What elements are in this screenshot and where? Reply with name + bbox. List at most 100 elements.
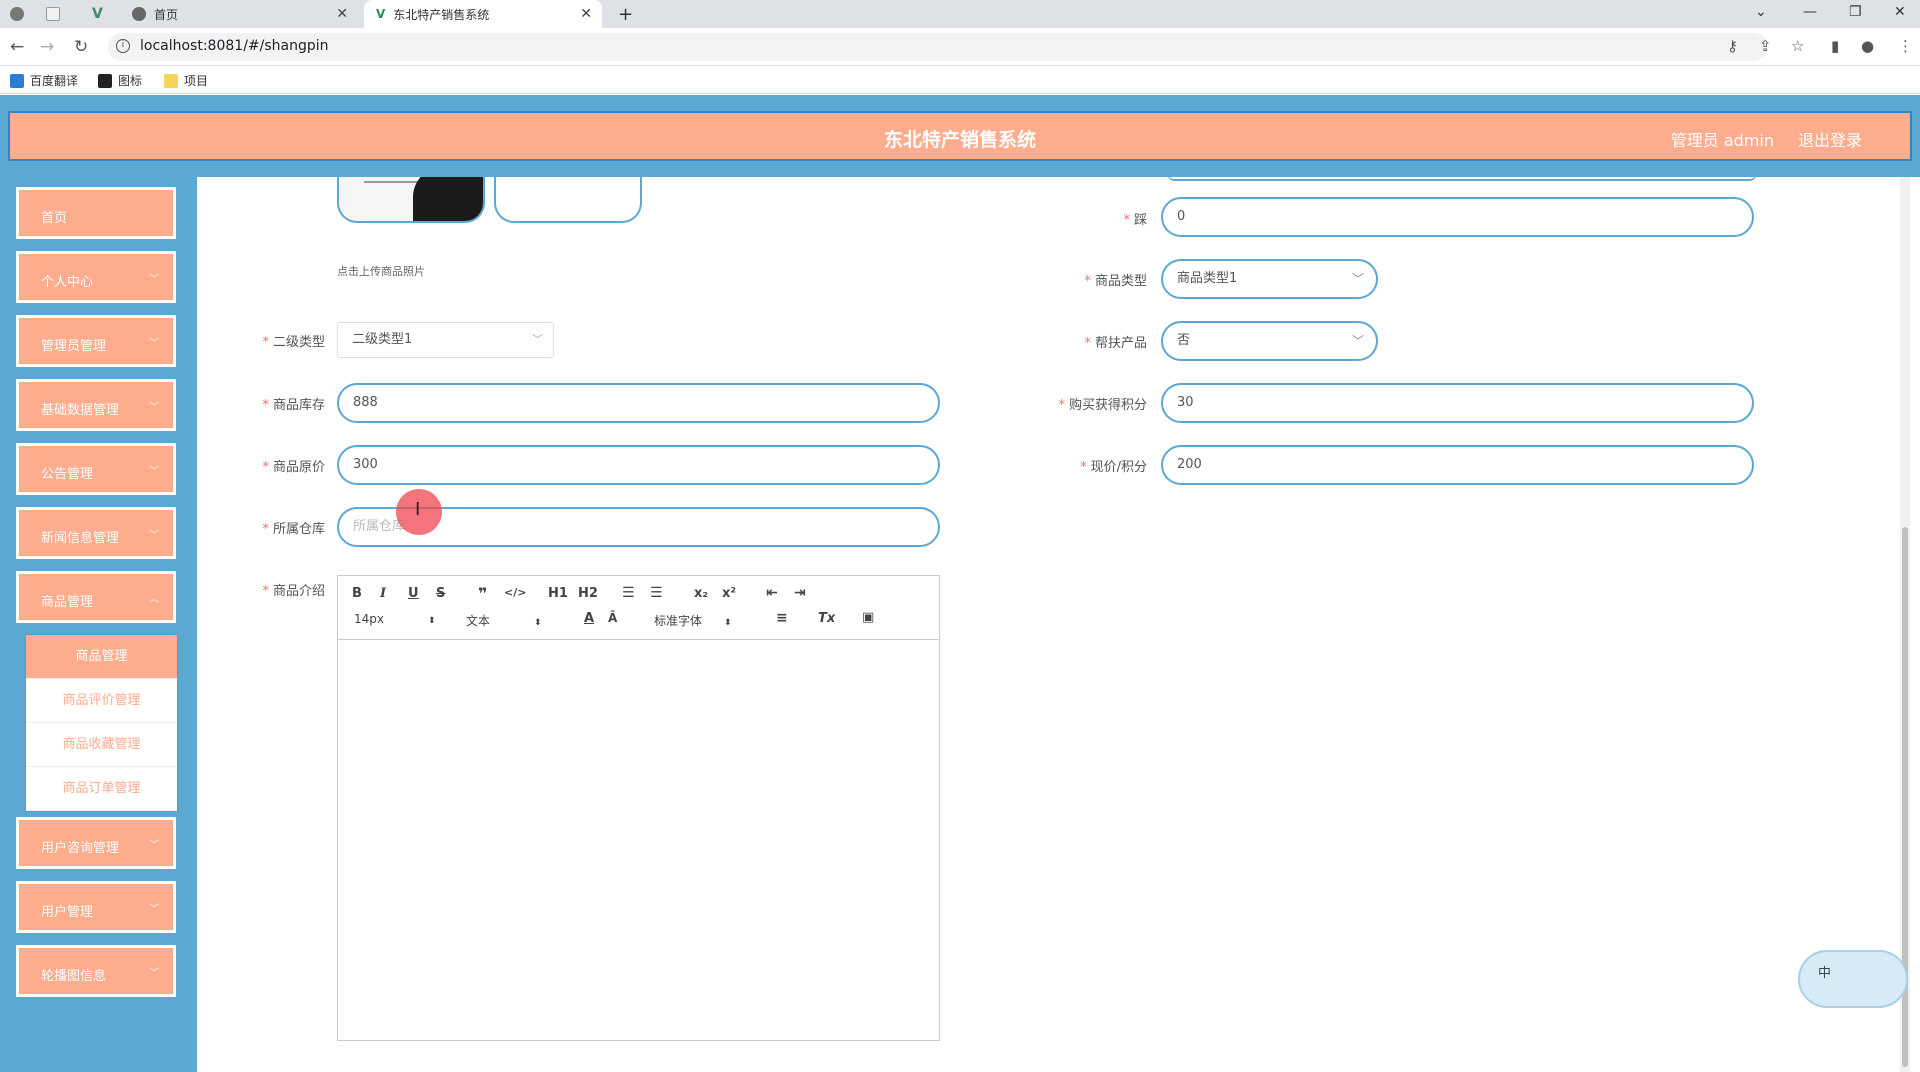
- sidebar-item-label: 管理员管理: [41, 339, 107, 354]
- main-content: 点击上传商品照片 * 踩 0 * 商品类型 商品类型1 ﹀ * 帮扶产品 否 ﹀ * 购买获…: [197, 177, 1910, 1072]
- floating-widget[interactable]: 中: [1798, 950, 1908, 1008]
- indent-icon[interactable]: ⇥: [794, 585, 806, 601]
- sidebar-item-carousel[interactable]: 轮播图信息 ﹀: [16, 945, 176, 997]
- bookmark-label: 项目: [184, 74, 209, 88]
- products-submenu: 商品管理 商品评价管理 商品收藏管理 商品订单管理: [26, 635, 177, 811]
- share-icon[interactable]: ⇪: [1759, 37, 1772, 55]
- secondary-type-select[interactable]: 二级类型1 ﹀: [337, 322, 554, 358]
- system-title: 东北特产销售系统: [883, 129, 1036, 151]
- tab-active[interactable]: V 东北特产销售系统 ✕: [364, 0, 602, 28]
- strikethrough-icon[interactable]: S: [436, 586, 445, 601]
- page-scrollbar[interactable]: [1900, 177, 1910, 1072]
- side-panel-icon[interactable]: ▮: [1831, 37, 1839, 55]
- font-size-select[interactable]: 14px ⬍: [354, 612, 436, 626]
- underline-icon[interactable]: U: [408, 586, 419, 601]
- italic-icon[interactable]: I: [380, 586, 386, 601]
- chevron-down-icon: ﹀: [149, 466, 159, 477]
- restore-icon[interactable]: ❐: [1849, 4, 1862, 20]
- image-icon[interactable]: ▣: [862, 610, 874, 625]
- sidebar-item-profile[interactable]: 个人中心 ﹀: [16, 251, 176, 303]
- blockquote-icon[interactable]: ❞: [478, 584, 487, 603]
- tab-title: 东北特产销售系统: [393, 7, 490, 22]
- info-icon[interactable]: i: [116, 39, 130, 53]
- sidebar-item-products[interactable]: 商品管理 ︿: [16, 571, 176, 623]
- reload-icon[interactable]: ↻: [74, 37, 88, 57]
- close-icon[interactable]: ✕: [336, 6, 348, 22]
- h2-icon[interactable]: H2: [578, 586, 598, 601]
- star-icon[interactable]: ☆: [1791, 37, 1804, 55]
- bangfu-select[interactable]: 否 ﹀: [1161, 321, 1378, 361]
- bookmark-item[interactable]: 项目: [164, 72, 208, 89]
- sidebar-item-admins[interactable]: 管理员管理 ﹀: [16, 315, 176, 367]
- ordered-list-icon[interactable]: ☰: [622, 585, 635, 601]
- tab-title: 首页: [154, 7, 179, 22]
- sidebar-item-home[interactable]: 首页: [16, 187, 176, 239]
- sidebar-item-notices[interactable]: 公告管理 ﹀: [16, 443, 176, 495]
- sidebar-item-label: 用户咨询管理: [41, 841, 120, 856]
- product-photo-thumbnail[interactable]: [337, 177, 485, 223]
- font-family-select[interactable]: 标准字体 ⬍: [654, 612, 732, 629]
- forward-icon[interactable]: →: [40, 37, 54, 57]
- sidebar-item-consult[interactable]: 用户咨询管理 ﹀: [16, 817, 176, 869]
- sidebar-item-users[interactable]: 用户管理 ﹀: [16, 881, 176, 933]
- chevron-down-icon: ﹀: [1351, 334, 1364, 348]
- close-icon[interactable]: ✕: [580, 6, 592, 22]
- updown-icon: ⬍: [534, 618, 542, 628]
- subscript-icon[interactable]: x₂: [694, 586, 708, 601]
- outdent-icon[interactable]: ⇤: [766, 585, 778, 601]
- points-input[interactable]: 30: [1161, 383, 1754, 423]
- upload-photo-box[interactable]: [494, 177, 642, 223]
- upload-hint: 点击上传商品照片: [337, 265, 425, 278]
- top-nav-bar: 东北特产销售系统 管理员 admin 退出登录: [8, 111, 1912, 161]
- original-price-input[interactable]: 300: [337, 445, 940, 485]
- current-price-input[interactable]: 200: [1161, 445, 1754, 485]
- chevron-down-icon: ﹀: [149, 904, 159, 915]
- minimize-icon[interactable]: —: [1803, 4, 1817, 20]
- pinned-tab-vue[interactable]: V: [92, 0, 103, 28]
- font-color-icon[interactable]: A: [584, 611, 594, 626]
- submenu-item-favorites[interactable]: 商品收藏管理: [26, 723, 177, 767]
- window-close-icon[interactable]: ✕: [1894, 4, 1906, 20]
- stock-input[interactable]: 888: [337, 383, 940, 423]
- cai-input[interactable]: 0: [1161, 197, 1754, 237]
- tab-home[interactable]: 首页 ✕: [132, 0, 358, 28]
- submenu-item-orders[interactable]: 商品订单管理: [26, 767, 177, 811]
- tab-search-icon[interactable]: ⌄: [1755, 4, 1767, 20]
- vue-icon: V: [92, 6, 103, 22]
- heading-select[interactable]: 文本 ⬍: [466, 612, 542, 629]
- key-icon[interactable]: ⚷: [1727, 37, 1738, 55]
- bold-icon[interactable]: B: [352, 586, 362, 601]
- field-label-warehouse: * 所属仓库: [262, 522, 325, 537]
- sidebar-item-label: 商品管理: [41, 595, 94, 610]
- product-type-select[interactable]: 商品类型1 ﹀: [1161, 259, 1378, 299]
- profile-icon[interactable]: ●: [1861, 37, 1874, 55]
- new-tab-button[interactable]: +: [618, 0, 633, 28]
- h1-icon[interactable]: H1: [548, 586, 568, 601]
- editor-content[interactable]: [338, 641, 939, 1040]
- logout-button[interactable]: 退出登录: [1798, 127, 1862, 151]
- submenu-item-reviews[interactable]: 商品评价管理: [26, 679, 177, 723]
- submenu-item-products[interactable]: 商品管理: [26, 635, 177, 679]
- chevron-down-icon: ﹀: [1351, 272, 1364, 286]
- folder-icon: [164, 73, 178, 88]
- background-color-icon[interactable]: Ā: [608, 611, 617, 625]
- superscript-icon[interactable]: x²: [722, 586, 736, 601]
- bookmark-label: 图标: [118, 74, 143, 88]
- pinned-tab-globe[interactable]: [10, 0, 32, 28]
- sidebar-item-base-data[interactable]: 基础数据管理 ﹀: [16, 379, 176, 431]
- code-icon[interactable]: </>: [504, 586, 526, 599]
- bookmark-item[interactable]: 百度翻译: [10, 72, 78, 89]
- field-label-product-type: * 商品类型: [1084, 274, 1147, 289]
- sidebar-item-news[interactable]: 新闻信息管理 ﹀: [16, 507, 176, 559]
- align-icon[interactable]: ≡: [776, 610, 788, 626]
- address-bar-row: ← → ↻ i localhost:8081/#/shangpin ⚷ ⇪ ☆ …: [0, 28, 1920, 66]
- menu-icon[interactable]: ⋮: [1898, 37, 1913, 55]
- bullet-list-icon[interactable]: ☰: [650, 585, 663, 601]
- bookmark-item[interactable]: 图标: [98, 72, 142, 89]
- back-icon[interactable]: ←: [10, 37, 24, 57]
- url-field[interactable]: i localhost:8081/#/shangpin: [108, 33, 1768, 61]
- field-label-original-price: * 商品原价: [262, 460, 325, 475]
- admin-label: 管理员 admin: [1670, 131, 1774, 150]
- clear-format-icon[interactable]: Tx: [818, 611, 835, 626]
- pinned-tab-page[interactable]: [46, 0, 68, 28]
